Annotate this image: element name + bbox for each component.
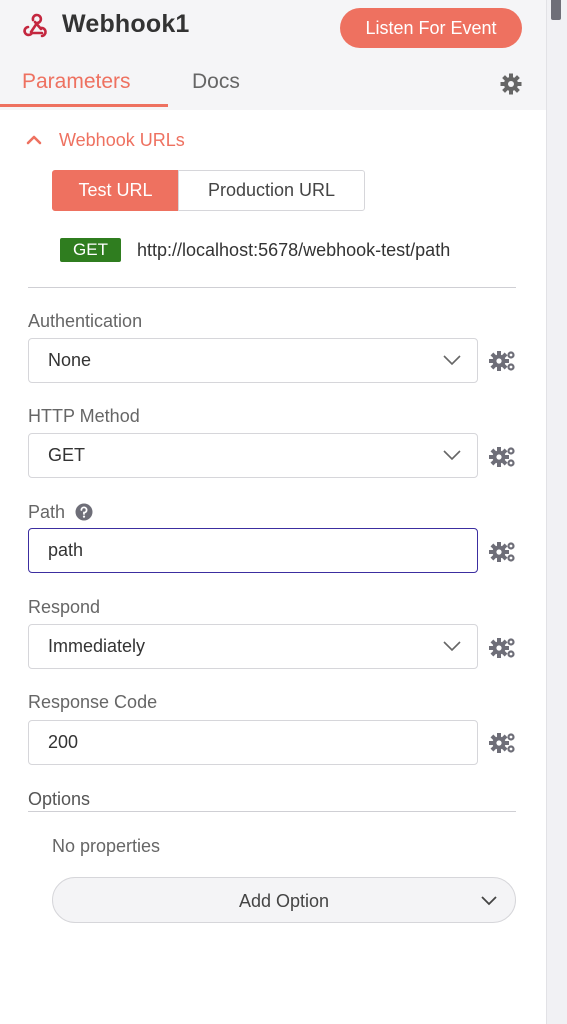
webhook-url[interactable]: http://localhost:5678/webhook-test/path [137, 240, 450, 261]
tab-docs[interactable]: Docs [192, 70, 240, 94]
production-url-button[interactable]: Production URL [178, 170, 365, 211]
respond-label: Respond [28, 597, 101, 617]
panel-header: Webhook1 Listen For Event Parameters Doc… [0, 0, 546, 110]
active-tab-indicator [0, 104, 168, 107]
options-title: Options [28, 789, 91, 809]
help-icon[interactable] [75, 503, 93, 521]
gear-icon[interactable] [499, 72, 523, 96]
response-code-input[interactable]: 200 [28, 720, 478, 765]
node-title[interactable]: Webhook1 [62, 10, 190, 39]
parameter-options-gears-icon[interactable] [488, 731, 518, 755]
respond-value: Immediately [48, 636, 146, 656]
parameter-options-gears-icon[interactable] [488, 540, 518, 564]
path-value: path [48, 540, 84, 560]
listen-for-event-button[interactable]: Listen For Event [340, 8, 522, 48]
section-title: Webhook URLs [59, 130, 185, 150]
parameter-options-gears-icon[interactable] [488, 636, 518, 660]
chevron-up-icon [26, 135, 42, 145]
scrollbar-thumb[interactable] [551, 0, 561, 20]
chevron-down-icon [443, 450, 461, 461]
respond-select[interactable]: Immediately [28, 624, 478, 669]
authentication-value: None [48, 350, 92, 370]
chevron-down-icon [481, 896, 497, 906]
method-badge: GET [60, 238, 121, 262]
http-method-value: GET [48, 445, 86, 465]
options-divider [28, 811, 516, 812]
canvas-edge [546, 0, 567, 1024]
test-url-button[interactable]: Test URL [52, 170, 179, 211]
divider [28, 287, 516, 288]
path-label: Path [28, 502, 66, 522]
chevron-down-icon [443, 355, 461, 366]
tab-parameters[interactable]: Parameters [22, 70, 131, 94]
path-input[interactable]: path [28, 528, 478, 573]
authentication-label: Authentication [28, 311, 143, 331]
parameter-options-gears-icon[interactable] [488, 349, 518, 373]
response-code-value: 200 [48, 732, 79, 752]
response-code-label: Response Code [28, 692, 158, 712]
add-option-label: Add Option [238, 891, 330, 911]
add-option-button[interactable]: Add Option [52, 877, 516, 923]
no-properties-text: No properties [52, 836, 161, 856]
node-parameters-panel: Webhook1 Listen For Event Parameters Doc… [0, 0, 546, 1024]
authentication-select[interactable]: None [28, 338, 478, 383]
http-method-label: HTTP Method [28, 406, 140, 426]
webhook-icon [23, 13, 47, 38]
parameter-options-gears-icon[interactable] [488, 445, 518, 469]
http-method-select[interactable]: GET [28, 433, 478, 478]
chevron-down-icon [443, 641, 461, 652]
